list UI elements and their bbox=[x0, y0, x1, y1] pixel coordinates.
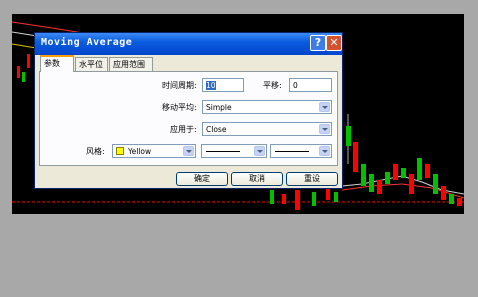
chevron-down-icon[interactable] bbox=[319, 146, 330, 156]
candle bbox=[270, 190, 274, 204]
candle bbox=[449, 194, 454, 204]
color-swatch bbox=[116, 147, 124, 155]
line-style-select[interactable] bbox=[201, 144, 267, 158]
ma-method-value: Simple bbox=[206, 103, 232, 112]
chevron-down-icon[interactable] bbox=[254, 146, 265, 156]
tab-levels[interactable]: 水平位 bbox=[75, 57, 108, 71]
candle bbox=[17, 66, 20, 78]
candle bbox=[353, 142, 358, 172]
cancel-button[interactable]: 取消 bbox=[231, 172, 283, 186]
ma-method-label: 移动平均: bbox=[162, 103, 197, 112]
color-value: Yellow bbox=[128, 147, 152, 156]
period-label: 时间周期: bbox=[162, 81, 197, 90]
dialog-title-bar[interactable]: Moving Average ? ✕ bbox=[35, 33, 342, 55]
line-style-sample bbox=[206, 151, 240, 152]
color-select[interactable]: Yellow bbox=[112, 144, 196, 158]
candle bbox=[361, 164, 366, 186]
candle bbox=[417, 158, 422, 180]
candle bbox=[295, 190, 300, 210]
candle bbox=[393, 164, 398, 180]
chevron-down-icon[interactable] bbox=[319, 124, 330, 134]
candle bbox=[326, 188, 330, 200]
tab-parameters[interactable]: 参数 bbox=[40, 55, 74, 72]
candle bbox=[385, 172, 390, 184]
parameters-panel: 时间周期: 10 平移: 0 移动平均: Simple 应用于: Close 风… bbox=[39, 71, 338, 166]
apply-to-select[interactable]: Close bbox=[202, 122, 332, 136]
candle bbox=[377, 180, 382, 194]
candle bbox=[27, 54, 30, 68]
chevron-down-icon[interactable] bbox=[319, 102, 330, 112]
candle bbox=[369, 174, 374, 192]
candle bbox=[334, 192, 338, 202]
moving-average-dialog: Moving Average ? ✕ 参数 水平位 应用范围 时间周期: 10 … bbox=[34, 32, 343, 189]
period-input[interactable]: 10 bbox=[202, 78, 244, 92]
line-width-select[interactable] bbox=[270, 144, 332, 158]
candle bbox=[433, 174, 438, 194]
period-value: 10 bbox=[206, 81, 216, 90]
candle bbox=[22, 72, 25, 82]
line-width-sample bbox=[275, 151, 309, 152]
candle bbox=[346, 126, 351, 146]
candle bbox=[312, 192, 316, 206]
style-label: 风格: bbox=[86, 147, 105, 156]
candle bbox=[401, 168, 406, 178]
tab-visualization[interactable]: 应用范围 bbox=[109, 57, 153, 71]
dialog-title: Moving Average bbox=[41, 37, 133, 48]
shift-input[interactable]: 0 bbox=[289, 78, 332, 92]
candle bbox=[282, 194, 286, 204]
chevron-down-icon[interactable] bbox=[183, 146, 194, 156]
close-button[interactable]: ✕ bbox=[326, 35, 342, 51]
ok-button[interactable]: 确定 bbox=[176, 172, 228, 186]
candle bbox=[425, 164, 430, 178]
shift-label: 平移: bbox=[263, 81, 282, 90]
apply-to-label: 应用于: bbox=[170, 125, 197, 134]
help-button[interactable]: ? bbox=[310, 35, 326, 51]
reset-button[interactable]: 重设 bbox=[286, 172, 338, 186]
candle bbox=[441, 186, 446, 200]
candle bbox=[409, 174, 414, 194]
apply-to-value: Close bbox=[206, 125, 227, 134]
ma-method-select[interactable]: Simple bbox=[202, 100, 332, 114]
candle bbox=[457, 198, 462, 206]
